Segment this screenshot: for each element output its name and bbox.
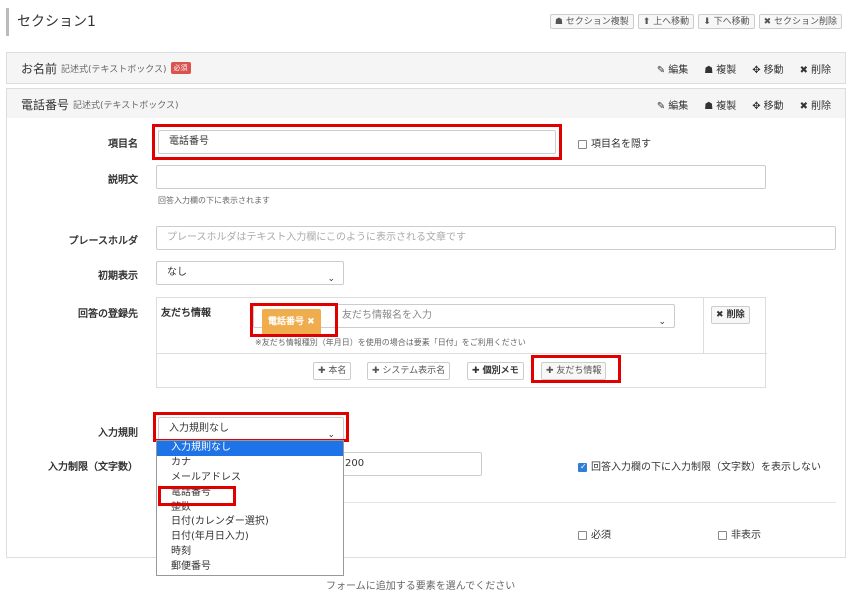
initial-display-value: なし <box>167 267 187 278</box>
edit-button[interactable]: ✎ 編集 <box>657 61 688 76</box>
name-item-title: お名前 <box>21 61 58 76</box>
input-rule-label: 入力規則 <box>98 428 138 439</box>
add-system-name-button[interactable]: ✚ システム表示名 <box>367 362 451 380</box>
dropdown-option[interactable]: メールアドレス <box>157 471 343 486</box>
name-item-actions: ✎ 編集 ☗ 複製 ✥ 移動 ✖ 削除 <box>657 61 831 76</box>
highlight-input-rule <box>153 412 349 442</box>
dropdown-option[interactable]: カナ <box>157 456 343 471</box>
phone-item-header[interactable]: 電話番号 記述式(テキストボックス) ✎ 編集 ☗ 複製 ✥ 移動 ✖ 削除 <box>7 89 845 119</box>
checkbox-icon <box>718 530 727 540</box>
hide-name-checkbox[interactable]: 項目名を隠す <box>578 135 651 150</box>
copy-section-button[interactable]: ☗ セクション複製 <box>549 14 634 29</box>
duplicate-button[interactable]: ☗ 複製 <box>704 61 736 76</box>
name-item-type: 記述式(テキストボックス) <box>61 64 167 75</box>
required-checkbox[interactable]: 必須 <box>578 526 611 541</box>
friend-info-placeholder: 友だち情報名を入力 <box>342 310 432 321</box>
answer-destination-label: 回答の登録先 <box>78 309 138 320</box>
name-item-header[interactable]: お名前 記述式(テキストボックス) 必須 ✎ 編集 ☗ 複製 ✥ 移動 ✖ 削除 <box>7 53 845 83</box>
section-actions: ☗ セクション複製 ⬆ 上へ移動 ⬇ 下へ移動 ✖ セクション削除 <box>549 14 842 29</box>
move-icon: ✥ <box>752 100 761 112</box>
close-icon: ✖ <box>799 100 808 112</box>
friend-info-label: 友だち情報 <box>161 308 211 319</box>
dropdown-option[interactable]: 入力規則なし <box>157 441 343 456</box>
phone-item-title: 電話番号 <box>21 97 70 112</box>
answer-destination-box: 友だち情報 電話番号 ✖ 友だち情報名を入力 ⌄ ※友だち情報種別（年月日）を使… <box>156 297 767 388</box>
duplicate-button[interactable]: ☗ 複製 <box>704 97 736 112</box>
description-input[interactable] <box>156 165 766 189</box>
pencil-icon: ✎ <box>656 100 666 112</box>
description-label: 説明文 <box>108 175 138 186</box>
checkbox-icon <box>578 530 587 540</box>
dropdown-option[interactable]: 郵便番号 <box>157 560 343 575</box>
pencil-icon: ✎ <box>656 64 666 76</box>
highlight-friend-info-button <box>531 355 621 383</box>
move-button[interactable]: ✥ 移動 <box>752 61 783 76</box>
initial-display-label: 初期表示 <box>98 271 138 282</box>
dropdown-option[interactable]: 時刻 <box>157 545 343 560</box>
chevron-down-icon: ⌄ <box>658 317 666 327</box>
phone-item-actions: ✎ 編集 ☗ 複製 ✥ 移動 ✖ 削除 <box>657 97 831 112</box>
chevron-down-icon: ⌄ <box>327 274 335 284</box>
checkbox-icon <box>578 139 587 149</box>
add-real-name-button[interactable]: ✚ 本名 <box>313 362 352 380</box>
move-down-button[interactable]: ⬇ 下へ移動 <box>698 14 755 29</box>
move-up-button[interactable]: ⬆ 上へ移動 <box>637 14 695 29</box>
name-item-panel: お名前 記述式(テキストボックス) 必須 ✎ 編集 ☗ 複製 ✥ 移動 ✖ 削除 <box>6 52 846 84</box>
dropdown-option[interactable]: 日付(カレンダー選択) <box>157 515 343 530</box>
checkbox-checked-icon <box>578 462 587 472</box>
char-limit-input[interactable]: 200 <box>334 452 482 476</box>
section-title: セクション1 <box>6 8 96 36</box>
move-icon: ✥ <box>752 64 761 76</box>
footer-hint: フォームに追加する要素を選んでください <box>326 581 516 592</box>
limit-hide-checkbox[interactable]: 回答入力欄の下に入力制限（文字数）を表示しない <box>578 458 821 473</box>
hidden-checkbox[interactable]: 非表示 <box>718 526 761 541</box>
input-rule-dropdown: 入力規則なし カナ メールアドレス 電話番号 整数 日付(カレンダー選択) 日付… <box>156 440 344 577</box>
delete-destination-button[interactable]: ✖ 削除 <box>711 306 750 324</box>
delete-section-button[interactable]: ✖ セクション削除 <box>758 14 842 29</box>
dropdown-option[interactable]: 日付(年月日入力) <box>157 530 343 545</box>
edit-button[interactable]: ✎ 編集 <box>657 97 688 112</box>
initial-display-select[interactable]: なし ⌄ <box>156 261 344 285</box>
highlight-phone-tag <box>250 303 338 337</box>
copy-icon: ☗ <box>704 100 714 112</box>
friend-info-note: ※友だち情報種別（年月日）を使用の場合は要素「日付」をご利用ください <box>255 338 526 347</box>
placeholder-input[interactable]: プレースホルダはテキスト入力欄にこのように表示される文章です <box>156 226 836 250</box>
move-button[interactable]: ✥ 移動 <box>752 97 783 112</box>
phone-item-panel: 電話番号 記述式(テキストボックス) ✎ 編集 ☗ 複製 ✥ 移動 ✖ 削除 <box>6 88 846 120</box>
copy-icon: ☗ <box>704 64 714 76</box>
delete-button[interactable]: ✖ 削除 <box>800 61 831 76</box>
phone-item-type: 記述式(テキストボックス) <box>73 100 179 111</box>
char-limit-label: 入力制限（文字数） <box>48 462 138 473</box>
highlight-item-name <box>152 124 562 160</box>
highlight-phone-option <box>158 486 236 506</box>
delete-button[interactable]: ✖ 削除 <box>800 97 831 112</box>
description-hint: 回答入力欄の下に表示されます <box>158 196 270 205</box>
close-icon: ✖ <box>799 64 808 76</box>
required-badge: 必須 <box>170 62 191 74</box>
item-name-label: 項目名 <box>108 139 138 150</box>
add-memo-button[interactable]: ✚ 個別メモ <box>467 362 524 380</box>
placeholder-label: プレースホルダ <box>68 236 139 247</box>
